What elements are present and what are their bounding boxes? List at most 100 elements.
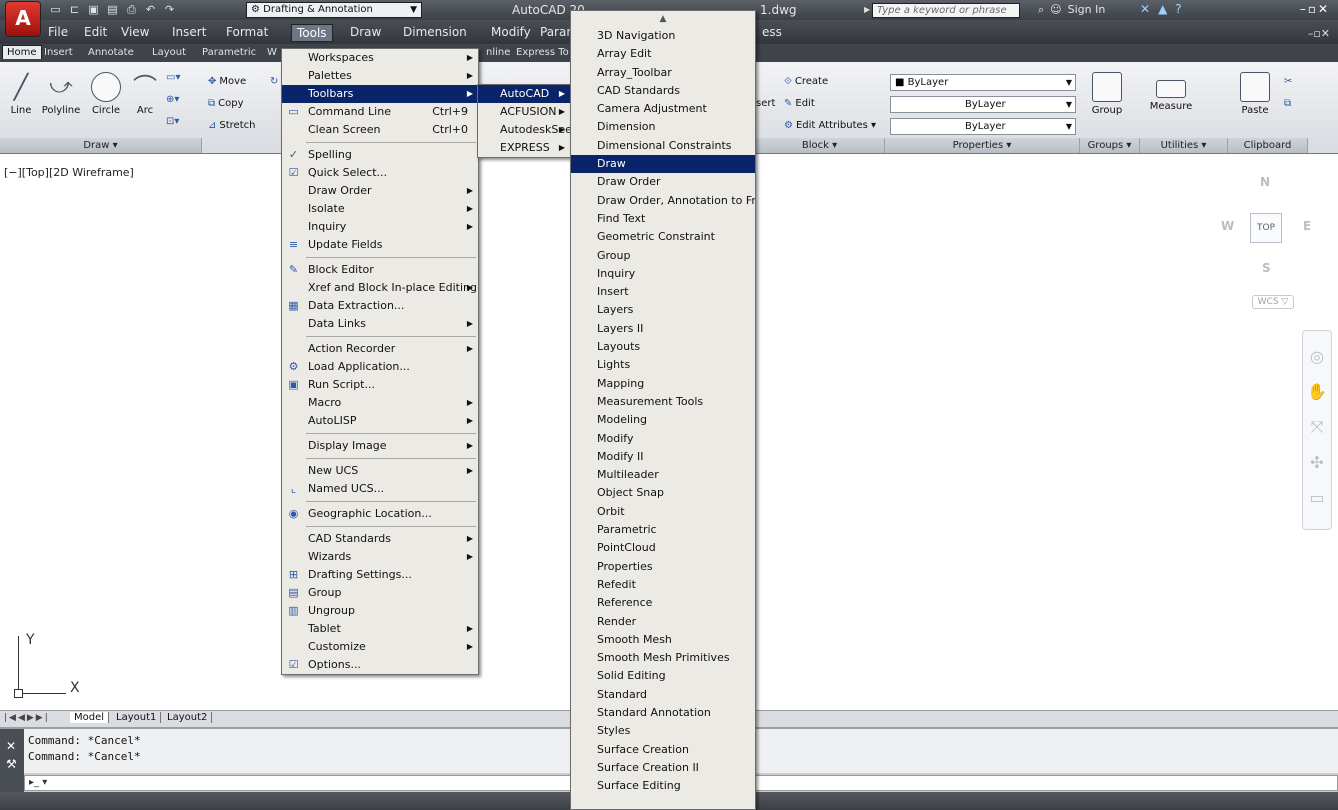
autocad-toolbar-item[interactable]: Array Edit (571, 45, 755, 63)
close-icon[interactable]: ✕ (6, 739, 16, 753)
stretch-button[interactable]: ⊿ Stretch (208, 120, 255, 131)
hatch-button[interactable]: ⊕▾ (166, 94, 182, 105)
sign-in-label[interactable]: Sign In (1068, 3, 1106, 17)
tools-menu-item[interactable]: Palettes ▶ (282, 67, 478, 85)
save-icon[interactable]: ▣ (86, 3, 101, 17)
tools-menu-item[interactable]: Toolbars ▶ (282, 85, 478, 103)
tab-layout[interactable]: Layout (152, 47, 186, 58)
wcs-menu[interactable]: WCS ▽ (1252, 295, 1294, 309)
toolbars-menu-item[interactable]: AutodeskSeek ▶ (478, 121, 578, 139)
tools-menu-item[interactable]: Xref and Block In-place Editing ▶ (282, 279, 478, 297)
arc-button[interactable]: ⌒ Arc (128, 72, 162, 116)
autocad-toolbar-item[interactable]: Insert (571, 283, 755, 301)
insert-button[interactable]: sert (756, 98, 775, 109)
tools-menu-item[interactable]: ☑ Quick Select... (282, 164, 478, 182)
properties-panel-title[interactable]: Properties ▾ (885, 138, 1080, 153)
clipboard-panel-title[interactable]: Clipboard (1228, 138, 1308, 153)
autocad-toolbar-item[interactable]: Measurement Tools (571, 393, 755, 411)
autocad-toolbar-item[interactable]: Refedit (571, 576, 755, 594)
paste-button[interactable]: Paste (1238, 72, 1272, 116)
tools-menu-item[interactable]: Macro ▶ (282, 394, 478, 412)
autocad-toolbar-item[interactable]: CAD Standards (571, 82, 755, 100)
autodesk-icon[interactable]: ▲ (1158, 2, 1167, 16)
circle-button[interactable]: Circle (88, 72, 124, 116)
autocad-toolbar-item[interactable]: Layouts (571, 338, 755, 356)
tools-menu-item[interactable]: ▤ Group (282, 584, 478, 602)
edit-attributes-button[interactable]: ⚙ Edit Attributes ▾ (784, 120, 876, 131)
orbit-icon[interactable]: ✣ (1303, 453, 1331, 472)
tools-menu-item[interactable]: Inquiry ▶ (282, 218, 478, 236)
block-panel-title[interactable]: Block ▾ (755, 138, 885, 153)
tab-express-tools[interactable]: Express To (516, 47, 569, 58)
autocad-toolbar-item[interactable]: Lights (571, 356, 755, 374)
autocad-toolbar-item[interactable]: Multileader (571, 466, 755, 484)
line-button[interactable]: ╱ Line (4, 72, 38, 116)
tools-menu-item[interactable]: Wizards ▶ (282, 548, 478, 566)
autocad-toolbar-item[interactable]: Smooth Mesh Primitives (571, 649, 755, 667)
tab-parametric[interactable]: Parametric (202, 47, 256, 58)
autocad-toolbar-item[interactable]: Inquiry (571, 265, 755, 283)
help-icon[interactable]: ? (1175, 2, 1181, 16)
autocad-toolbar-item[interactable]: Modeling (571, 411, 755, 429)
tools-menu-item[interactable]: Tablet ▶ (282, 620, 478, 638)
tab-layout2[interactable]: Layout2 (163, 712, 213, 723)
toolbars-menu-item[interactable]: EXPRESS ▶ (478, 139, 570, 157)
tools-menu-item[interactable]: ⌞ Named UCS... (282, 480, 478, 498)
open-icon[interactable]: ⊏ (67, 3, 82, 17)
autocad-toolbar-item[interactable]: Solid Editing (571, 667, 755, 685)
tools-menu-item[interactable]: CAD Standards ▶ (282, 530, 478, 548)
tools-menu-item[interactable]: ☑ Options... (282, 656, 478, 674)
tab-insert[interactable]: Insert (44, 47, 73, 58)
toolbars-menu-item[interactable]: ACFUSION ▶ (478, 103, 570, 121)
groups-panel-title[interactable]: Groups ▾ (1080, 138, 1140, 153)
workspace-select[interactable]: ⚙ Drafting & Annotation ▼ (246, 2, 422, 18)
autocad-toolbar-item[interactable]: Reference (571, 594, 755, 612)
menu-view[interactable]: View (121, 25, 149, 39)
menu-draw[interactable]: Draw (350, 25, 381, 39)
tab-view[interactable]: W (267, 47, 277, 58)
showmotion-icon[interactable]: ▭ (1303, 488, 1331, 507)
color-select[interactable]: ■ ByLayer ▼ (890, 74, 1076, 91)
autocad-toolbar-item[interactable]: Parametric (571, 521, 755, 539)
menu-tools[interactable]: Tools (291, 24, 333, 42)
autocad-toolbar-item[interactable]: Modify II (571, 448, 755, 466)
tools-menu-item[interactable]: ✎ Block Editor (282, 261, 478, 279)
exchange-icon[interactable]: ✕ (1140, 2, 1150, 16)
new-icon[interactable]: ▭ (48, 3, 63, 17)
toolbars-menu-item[interactable]: AutoCAD ▶ (478, 85, 570, 103)
group-button[interactable]: Group (1090, 72, 1124, 116)
search-input[interactable]: Type a keyword or phrase (872, 3, 1020, 18)
tools-menu-item[interactable]: ▣ Run Script... (282, 376, 478, 394)
autocad-toolbar-item[interactable]: Dimension (571, 118, 755, 136)
doc-window-controls[interactable]: –▫✕ (1308, 27, 1330, 40)
lineweight-select[interactable]: ByLayer ▼ (890, 118, 1076, 135)
autocad-toolbar-item[interactable]: Styles (571, 722, 755, 740)
autocad-toolbar-item[interactable]: Standard (571, 686, 755, 704)
tools-menu-item[interactable]: ◉ Geographic Location... (282, 505, 478, 523)
tools-menu-item[interactable]: ⚙ Load Application... (282, 358, 478, 376)
tools-menu-item[interactable]: Action Recorder ▶ (282, 340, 478, 358)
autocad-toolbar-item[interactable]: Layers (571, 301, 755, 319)
autocad-toolbar-item[interactable]: Draw Order (571, 173, 755, 191)
autocad-toolbar-item[interactable]: Surface Editing (571, 777, 755, 795)
tools-menu-item[interactable]: ⊞ Drafting Settings... (282, 566, 478, 584)
pan-icon[interactable]: ✋ (1303, 382, 1331, 401)
steering-wheel-icon[interactable]: ◎ (1303, 347, 1331, 366)
menu-insert[interactable]: Insert (172, 25, 206, 39)
autocad-toolbar-item[interactable]: Camera Adjustment (571, 100, 755, 118)
create-block-button[interactable]: ⟐ Create (784, 76, 828, 87)
viewport-controls[interactable]: [−][Top][2D Wireframe] (4, 166, 134, 179)
autocad-toolbar-item[interactable]: Standard Annotation (571, 704, 755, 722)
tools-menu-item[interactable]: ✓ Spelling (282, 146, 478, 164)
tab-navigation-icons[interactable]: |◀◀▶▶| (4, 713, 50, 723)
tools-menu-item[interactable]: ▦ Data Extraction... (282, 297, 478, 315)
edit-block-button[interactable]: ✎ Edit (784, 98, 815, 109)
menu-dimension[interactable]: Dimension (403, 25, 467, 39)
menu-edit[interactable]: Edit (84, 25, 107, 39)
autocad-toolbar-item[interactable]: Draw (571, 155, 755, 174)
tools-menu-item[interactable]: Workspaces ▶ (282, 49, 478, 67)
menu-file[interactable]: File (48, 25, 68, 39)
linetype-select[interactable]: ByLayer ▼ (890, 96, 1076, 113)
rectangle-button[interactable]: ▭▾ (166, 72, 183, 83)
tools-menu-item[interactable]: Clean Screen Ctrl+0 (282, 121, 478, 139)
